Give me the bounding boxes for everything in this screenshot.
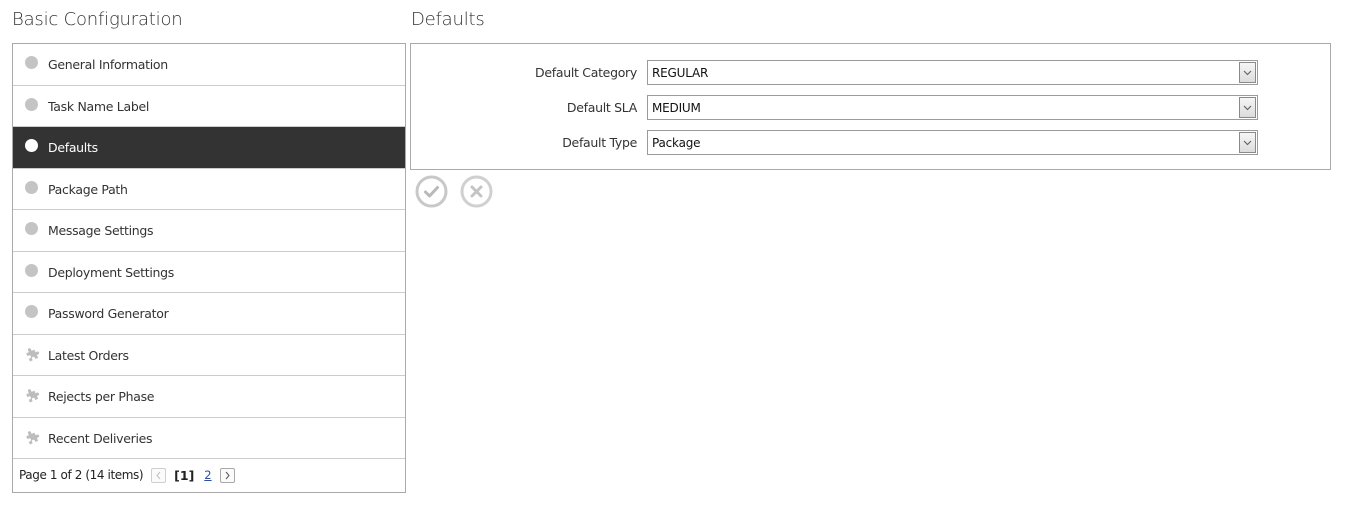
nav-item-defaults[interactable]: Defaults (13, 127, 405, 169)
default-category-value: REGULAR (652, 66, 709, 80)
circle-icon (25, 97, 38, 111)
nav-item-label: Task Name Label (48, 98, 150, 114)
nav-item-label: Deployment Settings (48, 264, 175, 280)
dropdown-button[interactable] (1239, 132, 1256, 153)
nav-item-latest-orders[interactable]: Latest Orders (13, 335, 405, 376)
nav-item-label: Message Settings (48, 223, 154, 238)
nav-item-password-generator[interactable]: Password Generator (13, 293, 405, 335)
pager-summary: Page 1 of 2 (14 items) (19, 468, 144, 482)
puzzle-icon (26, 347, 40, 362)
defaults-form: Default Category REGULAR Default SLA MED… (410, 43, 1331, 170)
dropdown-button[interactable] (1239, 97, 1256, 118)
nav-item-label: Password Generator (48, 306, 169, 321)
nav-item-package-path[interactable]: Package Path (13, 169, 405, 210)
circle-icon (25, 139, 38, 152)
nav-item-label: Package Path (48, 181, 128, 197)
nav-item-message-settings[interactable]: Message Settings (13, 210, 405, 252)
circle-icon (25, 56, 38, 69)
pager: Page 1 of 2 (14 items) [1] 2 (13, 458, 405, 492)
nav-item-label: Recent Deliveries (48, 430, 153, 446)
prev-page-button[interactable] (151, 467, 167, 483)
default-sla-row: Default SLA MEDIUM (411, 95, 1330, 120)
default-type-row: Default Type Package (411, 130, 1330, 155)
circle-icon (25, 222, 38, 235)
circle-icon (25, 305, 38, 318)
puzzle-icon (26, 389, 40, 403)
current-page: [1] (174, 467, 195, 483)
default-category-row: Default Category REGULAR (411, 60, 1330, 85)
default-sla-label: Default SLA (566, 100, 637, 115)
default-sla-value: MEDIUM (652, 101, 701, 115)
chevron-down-icon (1243, 105, 1252, 110)
nav-item-label: Rejects per Phase (48, 389, 155, 404)
x-circle-icon (460, 175, 493, 208)
puzzle-icon (26, 430, 40, 445)
default-category-select[interactable]: REGULAR (647, 60, 1258, 85)
nav-item-label: Latest Orders (48, 347, 129, 363)
nav-item-rejects-per-phase[interactable]: Rejects per Phase (13, 376, 405, 418)
page-2-link[interactable]: 2 (204, 468, 211, 482)
config-nav-list: General Information Task Name Label Defa… (12, 43, 406, 493)
nav-item-label: Defaults (48, 140, 98, 155)
nav-item-task-name-label[interactable]: Task Name Label (13, 86, 405, 127)
basic-configuration-title: Basic Configuration (12, 9, 183, 30)
save-button[interactable] (415, 175, 448, 208)
default-type-select[interactable]: Package (647, 130, 1258, 155)
default-sla-select[interactable]: MEDIUM (647, 95, 1258, 120)
circle-icon (25, 263, 38, 277)
chevron-down-icon (1243, 140, 1252, 145)
chevron-right-icon (225, 471, 230, 479)
circle-icon (25, 180, 38, 194)
check-circle-icon (415, 175, 448, 208)
defaults-title: Defaults (411, 9, 485, 30)
default-type-value: Package (652, 136, 701, 150)
nav-item-general-information[interactable]: General Information (13, 44, 405, 86)
cancel-button[interactable] (460, 175, 493, 208)
nav-item-deployment-settings[interactable]: Deployment Settings (13, 252, 405, 293)
chevron-left-icon (156, 471, 161, 479)
nav-item-recent-deliveries[interactable]: Recent Deliveries (13, 418, 405, 459)
chevron-down-icon (1243, 70, 1252, 75)
next-page-button[interactable] (219, 467, 235, 483)
dropdown-button[interactable] (1239, 62, 1256, 83)
default-category-label: Default Category (535, 65, 637, 80)
default-type-label: Default Type (562, 135, 637, 150)
nav-item-label: General Information (48, 57, 168, 72)
